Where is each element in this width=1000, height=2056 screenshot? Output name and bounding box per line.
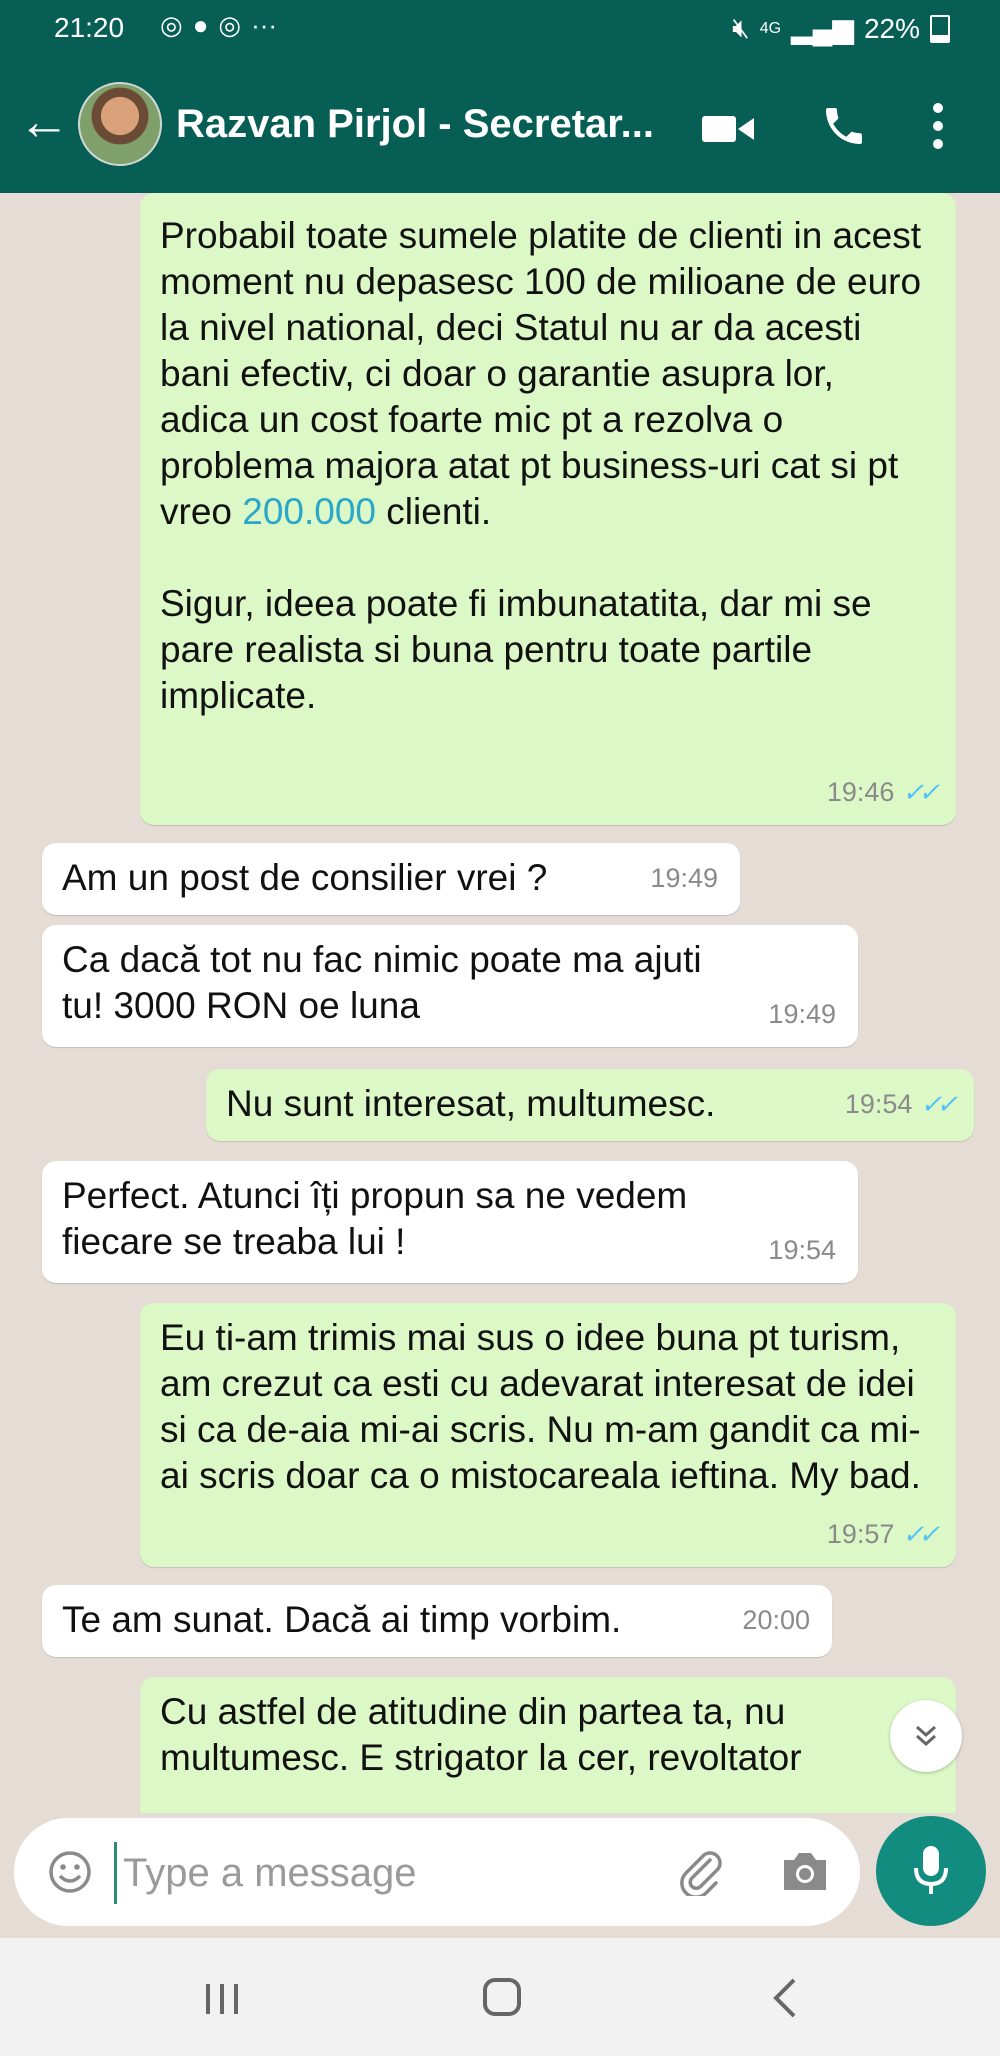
emoji-icon[interactable] [48, 1850, 92, 1894]
notification-icons: ◎ ● ◎ ··· [160, 10, 277, 41]
contact-name[interactable]: Razvan Pirjol - Secretar... [176, 102, 666, 147]
phone-number-link[interactable]: 200.000 [242, 491, 376, 532]
message-time: 19:57 [826, 1519, 895, 1549]
message-time: 19:49 [768, 999, 836, 1029]
message-text: clienti. [376, 491, 492, 532]
video-call-icon[interactable] [702, 114, 754, 144]
message-time: 19:46 [826, 777, 895, 807]
instagram-icon: ◎ [160, 10, 183, 40]
system-navigation-bar [0, 1938, 1000, 2056]
signal-icon: ▂▄▆ [791, 13, 854, 44]
chat-header: ← Razvan Pirjol - Secretar... [0, 58, 1000, 193]
message-text: Te am sunat. Dacă ai timp vorbim. [62, 1599, 622, 1640]
message-text: Am un post de consilier vrei ? [62, 857, 548, 898]
message-text: Eu ti-am trimis mai sus o idee buna pt t… [160, 1317, 921, 1496]
message-incoming[interactable]: Perfect. Atunci îți propun sa ne vedem f… [42, 1161, 858, 1283]
message-text: Ca dacă tot nu fac nimic poate ma ajuti … [62, 939, 702, 1026]
scroll-to-bottom-button[interactable] [890, 1700, 962, 1772]
message-time: 20:00 [742, 1605, 810, 1635]
message-time: 19:54 [768, 1235, 836, 1265]
message-incoming[interactable]: Ca dacă tot nu fac nimic poate ma ajuti … [42, 925, 858, 1047]
message-text: Probabil toate sumele platite de clienti… [160, 215, 922, 532]
back-arrow-icon[interactable]: ← [18, 96, 70, 148]
double-chevron-down-icon [916, 1725, 936, 1747]
message-time: 19:49 [650, 863, 718, 893]
read-receipt-icon: ✓✓ [902, 777, 939, 807]
more-options-icon[interactable] [930, 102, 946, 150]
message-incoming[interactable]: Am un post de consilier vrei ? 19:49 [42, 843, 740, 915]
mute-icon: 🔇︎ [732, 12, 750, 43]
phone-call-icon[interactable] [820, 102, 868, 150]
message-outgoing[interactable]: Eu ti-am trimis mai sus o idee buna pt t… [140, 1303, 956, 1567]
message-composer [14, 1818, 860, 1926]
message-incoming[interactable]: Te am sunat. Dacă ai timp vorbim. 20:00 [42, 1585, 832, 1657]
back-icon[interactable] [770, 1976, 800, 2020]
status-bar: 21:20 ◎ ● ◎ ··· 🔇︎ 4G ▂▄▆ 22% [0, 0, 1000, 58]
network-type: 4G [759, 19, 782, 37]
battery-icon [930, 14, 950, 43]
read-receipt-icon: ✓✓ [920, 1089, 957, 1119]
message-text: Perfect. Atunci îți propun sa ne vedem f… [62, 1175, 688, 1262]
instagram-icon: ◎ [218, 10, 242, 40]
message-outgoing[interactable]: Probabil toate sumele platite de clienti… [140, 193, 956, 825]
read-receipt-icon: ✓✓ [902, 1519, 939, 1549]
status-time: 21:20 [54, 12, 125, 43]
message-text: Sigur, ideea poate fi imbunatatita, dar … [160, 583, 872, 716]
camera-icon[interactable] [780, 1850, 830, 1892]
message-list[interactable]: Probabil toate sumele platite de clienti… [0, 193, 1000, 1813]
paperclip-icon[interactable] [676, 1846, 726, 1896]
avatar[interactable] [78, 82, 162, 166]
message-outgoing[interactable]: Nu sunt interesat, multumesc. 19:54 ✓✓ [206, 1069, 974, 1141]
microphone-icon [914, 1846, 948, 1894]
message-outgoing[interactable]: Cu astfel de atitudine din partea ta, nu… [140, 1677, 956, 1813]
recent-apps-icon[interactable] [204, 1982, 240, 2016]
message-time: 19:54 [844, 1089, 913, 1119]
battery-level: 22% [863, 12, 920, 44]
home-icon[interactable] [483, 1978, 521, 2016]
voice-message-button[interactable] [876, 1816, 986, 1926]
more-notifications-icon: ··· [251, 10, 278, 40]
status-right: 🔇︎ 4G ▂▄▆ 22% [732, 12, 950, 45]
message-input[interactable] [114, 1842, 665, 1904]
messenger-icon: ● [192, 10, 209, 40]
message-text: Cu astfel de atitudine din partea ta, nu… [160, 1691, 802, 1778]
